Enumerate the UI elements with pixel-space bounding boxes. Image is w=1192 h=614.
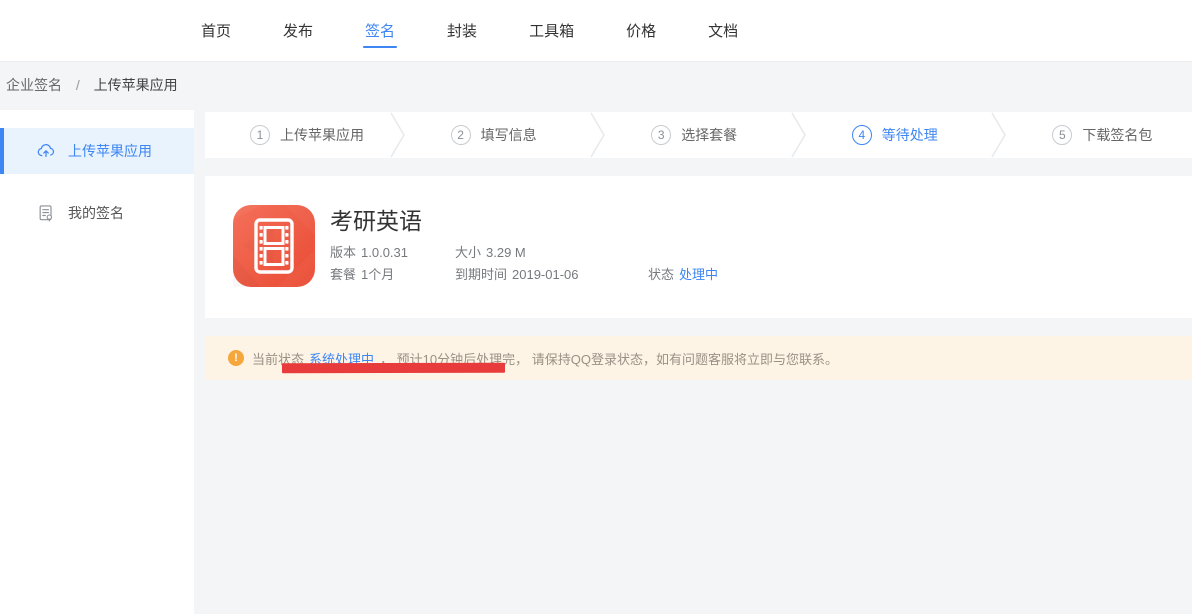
breadcrumb: 企业签名 / 上传苹果应用 xyxy=(6,75,178,95)
step-label: 等待处理 xyxy=(882,125,938,145)
banner-text: 当前状态系统处理中 ， 预计10分钟后处理完， 请保持QQ登录状态，如有问题客服将… xyxy=(252,349,838,368)
version-label: 版本 xyxy=(330,245,356,260)
app-plan: 套餐 1个月 xyxy=(330,264,394,283)
step-wait-processing: 4 等待处理 xyxy=(807,112,992,158)
step-label: 上传苹果应用 xyxy=(280,125,364,145)
step-number: 1 xyxy=(250,125,270,145)
steps-bar: 1 上传苹果应用 2 填写信息 3 选择套餐 4 等待处理 5 下载签名包 xyxy=(205,112,1192,158)
sidebar-item-my-signatures[interactable]: 我的签名 xyxy=(0,190,194,236)
nav-item-home[interactable]: 首页 xyxy=(200,0,232,61)
main-nav: 首页 发布 签名 封装 工具箱 价格 文档 xyxy=(200,0,1192,61)
breadcrumb-separator: / xyxy=(76,77,80,93)
nav-item-package[interactable]: 封装 xyxy=(446,0,478,61)
film-app-icon xyxy=(233,205,315,287)
breadcrumb-parent[interactable]: 企业签名 xyxy=(6,77,62,93)
banner-message: ， 预计10分钟后处理完， 请保持QQ登录状态，如有问题客服将立即与您联系。 xyxy=(380,352,838,367)
plan-value: 1个月 xyxy=(361,267,394,282)
status-banner: ! 当前状态系统处理中 ， 预计10分钟后处理完， 请保持QQ登录状态，如有问题客… xyxy=(205,336,1192,380)
top-nav-bar: 首页 发布 签名 封装 工具箱 价格 文档 xyxy=(0,0,1192,62)
signature-doc-icon xyxy=(36,203,56,223)
warning-icon: ! xyxy=(228,350,244,366)
app-card: 考研英语 版本 1.0.0.31 大小 3.29 M 套餐 1个月 到期时间 2019-… xyxy=(205,176,1192,318)
nav-item-docs[interactable]: 文档 xyxy=(707,0,739,61)
step-label: 填写信息 xyxy=(481,125,537,145)
step-chevron-icon xyxy=(590,112,606,158)
app-size: 大小 3.29 M xyxy=(455,242,526,261)
system-processing-link[interactable]: 系统处理中 xyxy=(309,352,374,367)
step-number: 2 xyxy=(451,125,471,145)
step-choose-plan: 3 选择套餐 xyxy=(606,112,791,158)
status-label: 状态 xyxy=(648,267,674,282)
size-value: 3.29 M xyxy=(486,245,526,260)
sidebar-item-label: 上传苹果应用 xyxy=(68,141,152,161)
step-chevron-icon xyxy=(791,112,807,158)
breadcrumb-current: 上传苹果应用 xyxy=(94,77,178,93)
nav-item-publish[interactable]: 发布 xyxy=(282,0,314,61)
step-fill-info: 2 填写信息 xyxy=(406,112,591,158)
nav-item-toolbox[interactable]: 工具箱 xyxy=(528,0,575,61)
app-status: 状态处理中 xyxy=(648,264,718,283)
nav-item-price[interactable]: 价格 xyxy=(625,0,657,61)
nav-item-sign[interactable]: 签名 xyxy=(364,0,396,61)
app-title: 考研英语 xyxy=(330,202,422,236)
sidebar: 上传苹果应用 我的签名 xyxy=(0,110,194,614)
step-number: 3 xyxy=(651,125,671,145)
version-value: 1.0.0.31 xyxy=(361,245,408,260)
status-value-link[interactable]: 处理中 xyxy=(679,267,718,282)
step-upload-apple-app: 1 上传苹果应用 xyxy=(205,112,390,158)
sidebar-item-label: 我的签名 xyxy=(68,203,124,223)
step-label: 下载签名包 xyxy=(1082,125,1152,145)
expire-value: 2019-01-06 xyxy=(512,267,579,282)
step-label: 选择套餐 xyxy=(681,125,737,145)
step-number: 4 xyxy=(852,125,872,145)
step-chevron-icon xyxy=(991,112,1007,158)
sidebar-item-upload-apple-app[interactable]: 上传苹果应用 xyxy=(0,128,194,174)
banner-prefix: 当前状态 xyxy=(252,352,304,367)
app-expire: 到期时间 2019-01-06 xyxy=(455,264,579,283)
step-download-package: 5 下载签名包 xyxy=(1007,112,1192,158)
page: 首页 发布 签名 封装 工具箱 价格 文档 企业签名 / 上传苹果应用 上传苹果… xyxy=(0,0,1192,614)
expire-label: 到期时间 xyxy=(455,267,507,282)
cloud-upload-icon xyxy=(36,141,56,161)
size-label: 大小 xyxy=(455,245,481,260)
plan-label: 套餐 xyxy=(330,267,356,282)
app-version: 版本 1.0.0.31 xyxy=(330,242,408,261)
step-number: 5 xyxy=(1052,125,1072,145)
step-chevron-icon xyxy=(390,112,406,158)
